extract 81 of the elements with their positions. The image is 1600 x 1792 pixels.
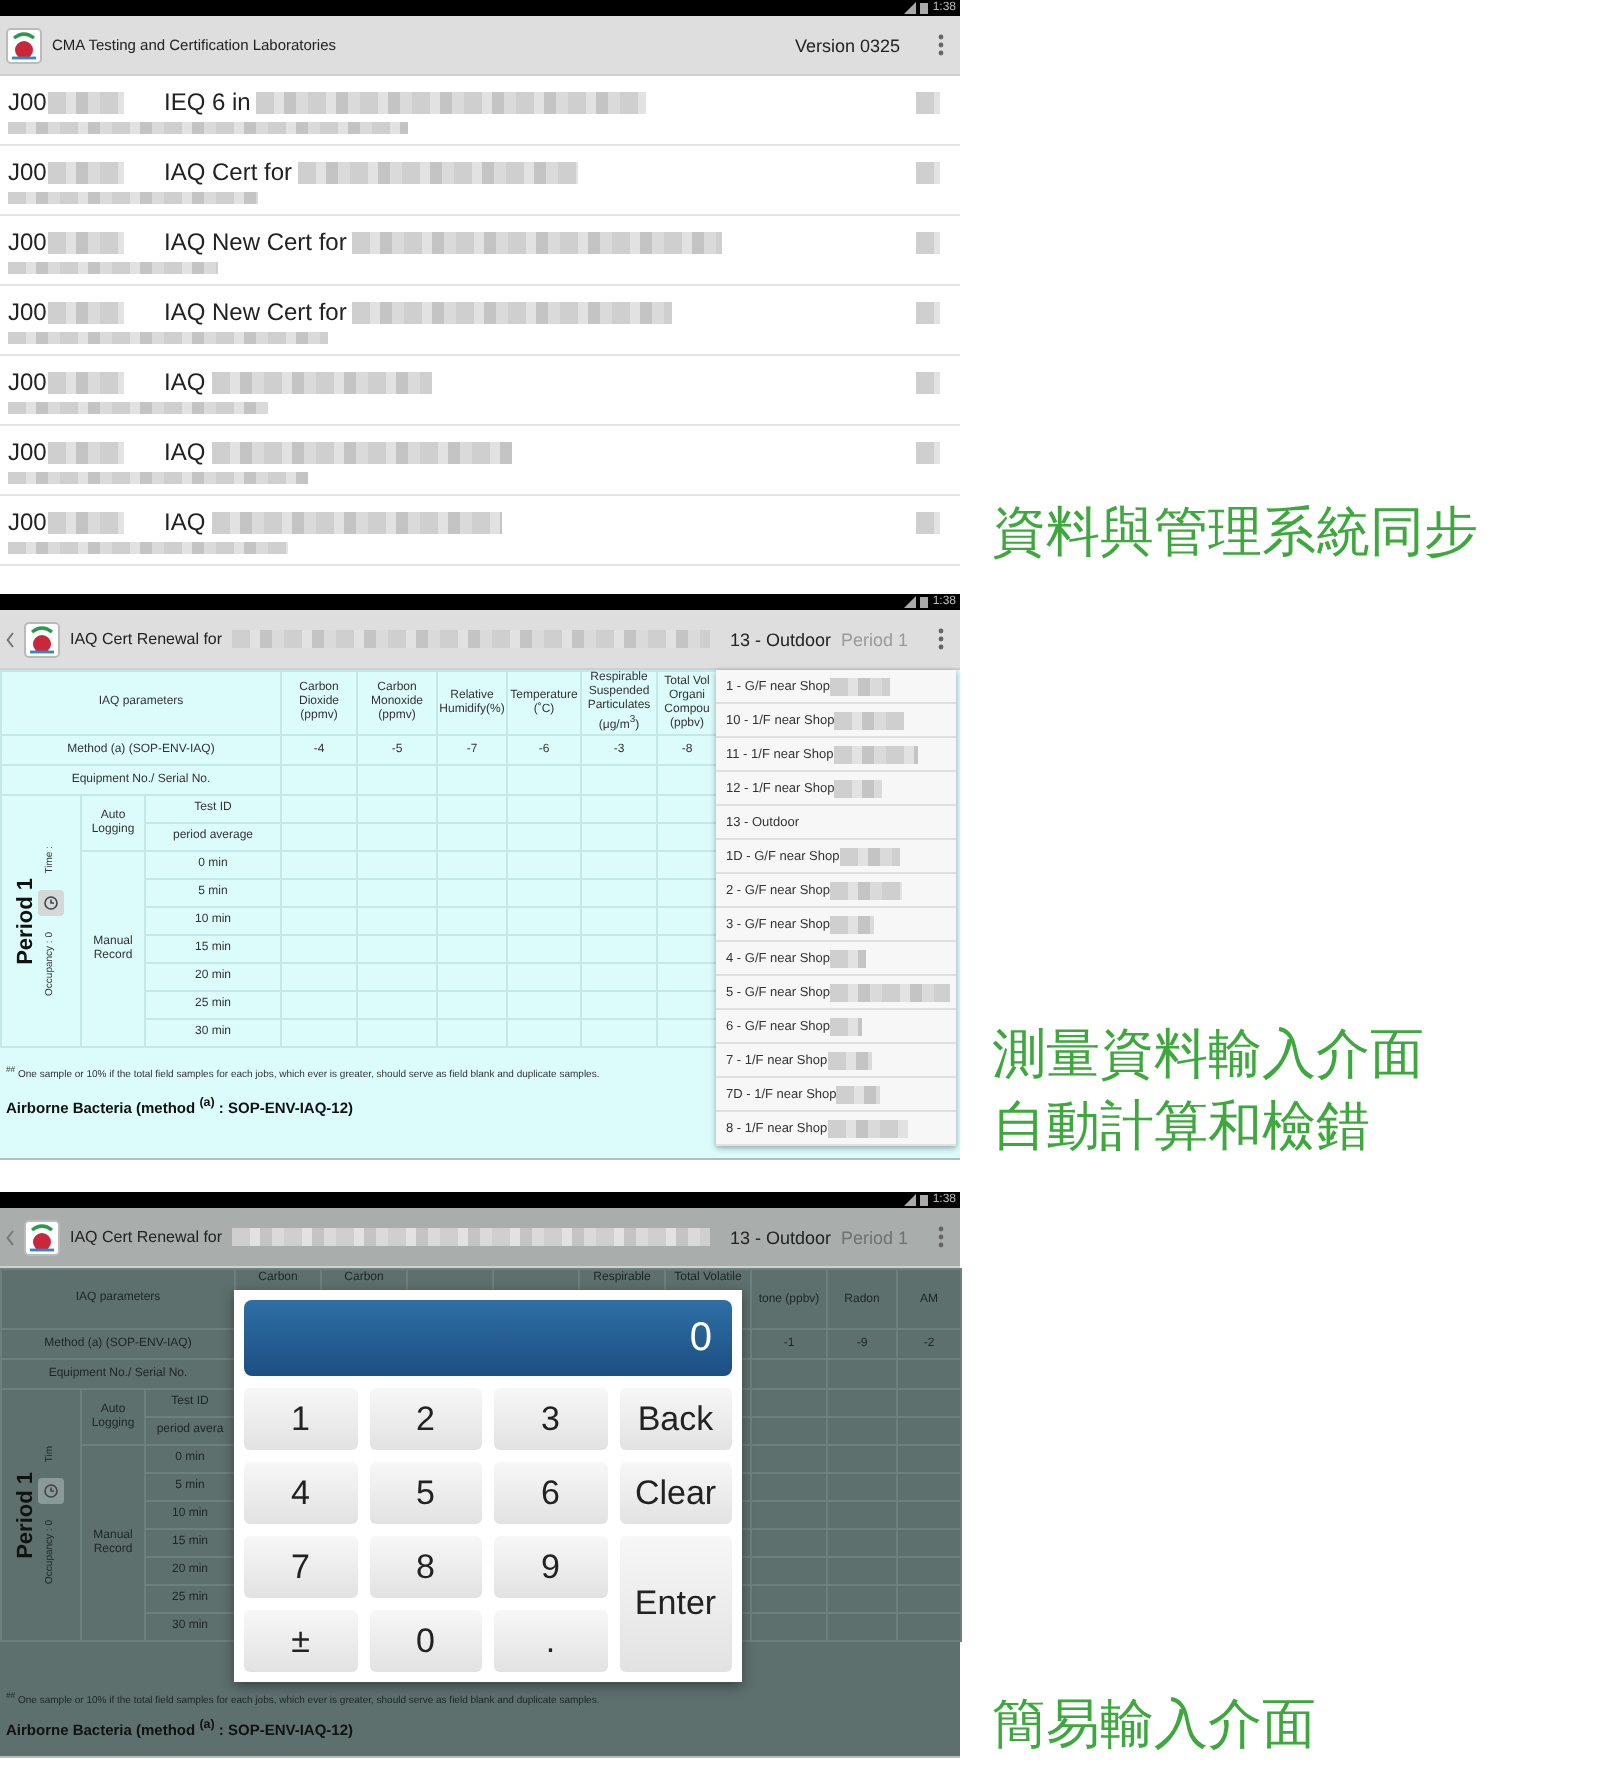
blurred-text <box>916 161 940 183</box>
job-title: IEQ 6 in <box>164 88 251 116</box>
job-number: J00 <box>8 508 47 536</box>
logo-icon <box>24 621 60 657</box>
more-options-icon[interactable] <box>938 34 944 56</box>
keypad-key[interactable]: 2 <box>369 1388 482 1450</box>
job-number: J00 <box>8 228 47 256</box>
keypad-key[interactable]: Clear <box>619 1462 732 1524</box>
back-chevron-icon[interactable] <box>6 1229 14 1245</box>
keypad-key[interactable]: 9 <box>494 1536 607 1598</box>
job-title: IAQ <box>164 368 206 396</box>
location-selector[interactable]: 13 - Outdoor <box>729 629 831 649</box>
keypad-key[interactable]: 5 <box>369 1462 482 1524</box>
job-number: J00 <box>8 438 47 466</box>
blurred-text <box>830 915 875 933</box>
keypad-key[interactable]: 3 <box>494 1388 607 1450</box>
clock-icon <box>43 1484 57 1499</box>
blurred-text <box>48 441 125 463</box>
more-options-icon[interactable] <box>938 628 944 650</box>
keypad-key[interactable]: 1 <box>244 1388 357 1450</box>
battery-icon <box>920 2 929 14</box>
blurred-text <box>830 983 951 1001</box>
battery-icon <box>920 596 929 608</box>
caption: 資料與管理系統同步 <box>992 502 1478 566</box>
blurred-text <box>916 371 940 393</box>
blurred-text <box>836 1085 881 1103</box>
caption: 簡易輸入介面 <box>992 1694 1316 1758</box>
keypad-key[interactable]: Enter <box>619 1536 732 1672</box>
version-label: Version 0325 <box>794 35 900 55</box>
blurred-text <box>827 1119 908 1137</box>
location-selector[interactable]: 13 - Outdoor <box>729 1227 831 1247</box>
screen-title: IAQ Cert Renewal for <box>70 1228 223 1246</box>
job-number: J00 <box>8 368 47 396</box>
blurred-text <box>834 711 905 729</box>
keypad-key[interactable]: 0 <box>369 1610 482 1672</box>
clock-button[interactable] <box>37 889 63 916</box>
job-number: J00 <box>8 88 47 116</box>
logo-icon <box>6 27 42 63</box>
caption: 自動計算和檢錯 <box>992 1096 1372 1160</box>
keypad-key[interactable]: 8 <box>369 1536 482 1598</box>
blurred-text <box>833 745 918 763</box>
keypad-key[interactable]: ± <box>244 1610 357 1672</box>
blurred-text <box>834 779 883 797</box>
keypad-key[interactable]: 7 <box>244 1536 357 1598</box>
blurred-text <box>916 511 940 533</box>
keypad-key[interactable]: . <box>494 1610 607 1672</box>
back-chevron-icon[interactable] <box>6 631 14 647</box>
job-title: IAQ New Cert for <box>164 228 347 256</box>
period-title: Period 1 <box>19 877 33 965</box>
blurred-text <box>48 161 125 183</box>
job-title: IAQ <box>164 508 206 536</box>
clock-icon <box>43 895 57 910</box>
blurred-text <box>48 91 125 113</box>
blurred-text <box>916 301 940 323</box>
job-title: IAQ <box>164 438 206 466</box>
blurred-text <box>830 881 903 899</box>
job-title: IAQ Cert for <box>164 158 293 186</box>
number-display: 0 <box>244 1300 732 1376</box>
blurred-text <box>916 441 940 463</box>
blurred-text <box>916 231 940 253</box>
job-number: J00 <box>8 298 47 326</box>
blurred-text <box>916 91 940 113</box>
caption: 測量資料輸入介面 <box>992 1024 1424 1088</box>
keypad-key[interactable]: Back <box>619 1388 732 1450</box>
blurred-text <box>830 949 867 967</box>
keypad-key[interactable]: 6 <box>494 1462 607 1524</box>
period-title: Period 1 <box>19 1471 33 1559</box>
job-title: IAQ New Cert for <box>164 298 347 326</box>
blurred-text <box>830 677 891 695</box>
blurred-text <box>48 371 125 393</box>
blurred-text <box>48 231 125 253</box>
more-options-icon[interactable] <box>938 1226 944 1248</box>
blurred-text <box>48 511 125 533</box>
screen-title: IAQ Cert Renewal for <box>70 630 223 648</box>
blurred-text <box>827 1051 872 1069</box>
blurred-text <box>839 847 900 865</box>
blurred-text <box>48 301 125 323</box>
keypad-key[interactable]: 4 <box>244 1462 357 1524</box>
blurred-text <box>830 1017 863 1035</box>
logo-icon <box>24 1219 60 1255</box>
job-number: J00 <box>8 158 47 186</box>
